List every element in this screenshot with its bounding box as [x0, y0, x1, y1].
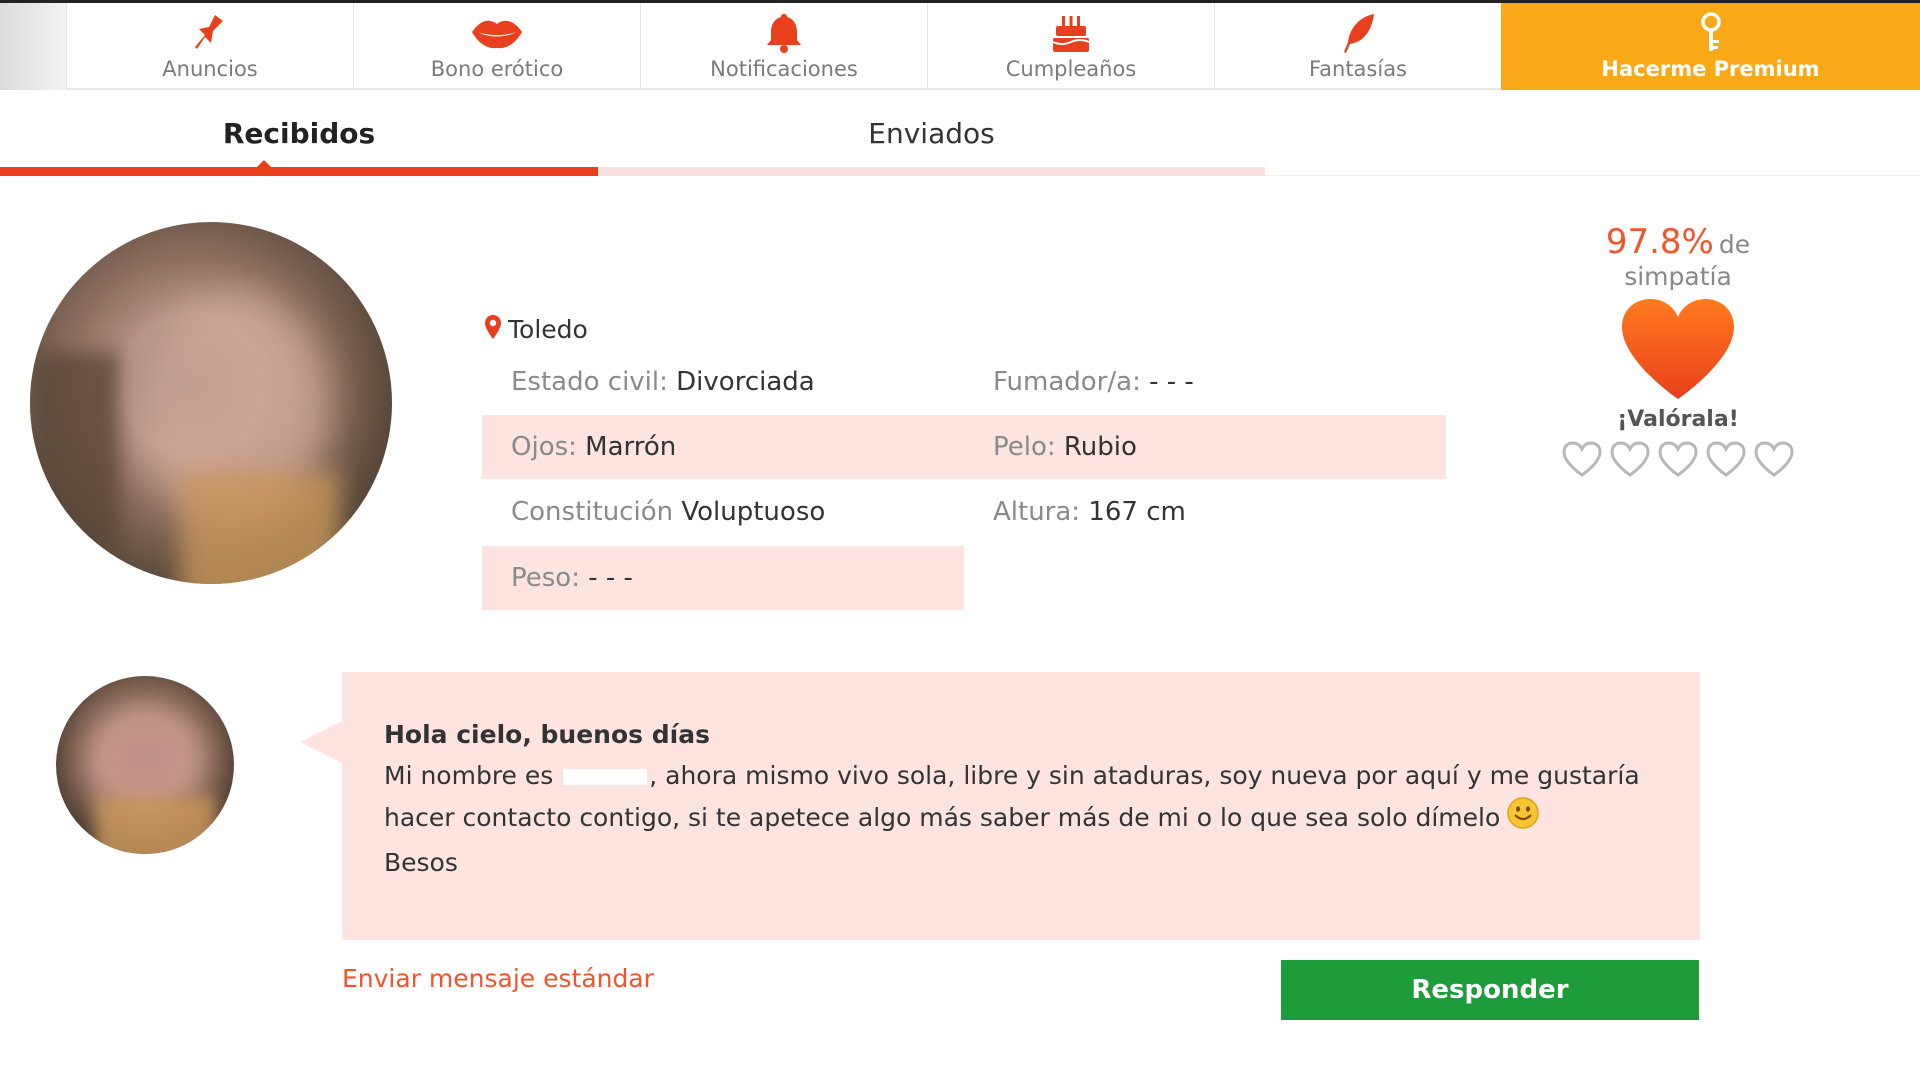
- location-text: Toledo: [508, 314, 588, 344]
- nav-item-notificaciones[interactable]: Notificaciones: [640, 3, 927, 90]
- location: Toledo: [484, 314, 588, 344]
- nav-label: Anuncios: [162, 57, 258, 81]
- nav-label: Cumpleaños: [1005, 57, 1137, 81]
- tab-label: Recibidos: [222, 116, 376, 150]
- sympathy-percent: 97.8%: [1605, 222, 1714, 262]
- attr-ojos: Ojos: Marrón: [511, 432, 677, 462]
- message-body: Hola cielo, buenos días Mi nombre es , a…: [384, 714, 1664, 883]
- attr-constitucion: Constitución Voluptuoso: [511, 497, 826, 527]
- tab-caret: [256, 160, 272, 168]
- nav-item-premium[interactable]: Hacerme Premium: [1501, 3, 1920, 90]
- message-line-2: hacer contacto contigo, si te apetece al…: [384, 796, 1664, 842]
- cake-icon: [1050, 11, 1092, 55]
- nav-item-fantasias[interactable]: Fantasías: [1214, 3, 1501, 90]
- rating-heart-icon[interactable]: [1705, 440, 1747, 482]
- redacted-name: [563, 769, 648, 785]
- nav-spacer: [0, 3, 66, 90]
- top-navigation: Anuncios Bono erótico Notificaciones Cum…: [0, 0, 1920, 90]
- nav-item-anuncios[interactable]: Anuncios: [66, 3, 353, 90]
- smile-emoji-icon: [1506, 796, 1540, 842]
- attr-estado-civil: Estado civil: Divorciada: [511, 367, 815, 397]
- map-pin-icon: [484, 314, 502, 344]
- attr-pelo: Pelo: Rubio: [993, 432, 1137, 462]
- profile-photo[interactable]: [30, 222, 392, 584]
- tab-enviados[interactable]: Enviados: [598, 90, 1265, 176]
- key-icon: [1697, 11, 1725, 55]
- sender-avatar[interactable]: [56, 676, 234, 854]
- message-tabs: Recibidos Enviados: [0, 90, 1920, 176]
- inactive-tab-indicator: [598, 167, 1265, 176]
- sympathy-panel: 97.8% de simpatía ¡Valórala!: [1558, 222, 1798, 482]
- nav-label: Notificaciones: [710, 57, 858, 81]
- tab-recibidos[interactable]: Recibidos: [0, 90, 598, 176]
- attr-altura: Altura: 167 cm: [993, 497, 1186, 527]
- attr-peso: Peso: - - -: [511, 563, 633, 593]
- reply-button[interactable]: Responder: [1281, 960, 1699, 1020]
- nav-label: Fantasías: [1308, 57, 1408, 81]
- pin-icon: [193, 11, 227, 55]
- attr-row-3: Constitución Voluptuoso Altura: 167 cm: [482, 480, 1446, 544]
- nav-item-bono-erotico[interactable]: Bono erótico: [353, 3, 640, 90]
- rating-heart-icon[interactable]: [1657, 440, 1699, 482]
- rating-heart-icon[interactable]: [1609, 440, 1651, 482]
- message-bubble-tail: [300, 720, 344, 764]
- message-signoff: Besos: [384, 848, 458, 877]
- tab-label: Enviados: [868, 116, 995, 150]
- rate-label: ¡Valórala!: [1617, 407, 1739, 432]
- lips-icon: [470, 11, 524, 55]
- attr-row-2: Ojos: Marrón Pelo: Rubio: [482, 415, 1446, 479]
- nav-label: Hacerme Premium: [1601, 57, 1820, 81]
- attr-row-4: Peso: - - -: [482, 546, 964, 610]
- active-tab-indicator: [0, 167, 598, 176]
- attr-row-1: Estado civil: Divorciada Fumador/a: - - …: [482, 350, 1446, 414]
- feather-icon: [1340, 11, 1376, 55]
- heart-icon: [1558, 297, 1798, 401]
- send-standard-message-link[interactable]: Enviar mensaje estándar: [342, 964, 654, 993]
- attr-fumador: Fumador/a: - - -: [993, 367, 1194, 397]
- nav-label: Bono erótico: [430, 57, 564, 81]
- bell-icon: [765, 11, 803, 55]
- message-line-1: Mi nombre es , ahora mismo vivo sola, li…: [384, 761, 1640, 790]
- message-greeting: Hola cielo, buenos días: [384, 720, 710, 749]
- rating-hearts: [1558, 440, 1798, 482]
- nav-item-cumpleanos[interactable]: Cumpleaños: [927, 3, 1214, 90]
- rating-heart-icon[interactable]: [1753, 440, 1795, 482]
- rating-heart-icon[interactable]: [1561, 440, 1603, 482]
